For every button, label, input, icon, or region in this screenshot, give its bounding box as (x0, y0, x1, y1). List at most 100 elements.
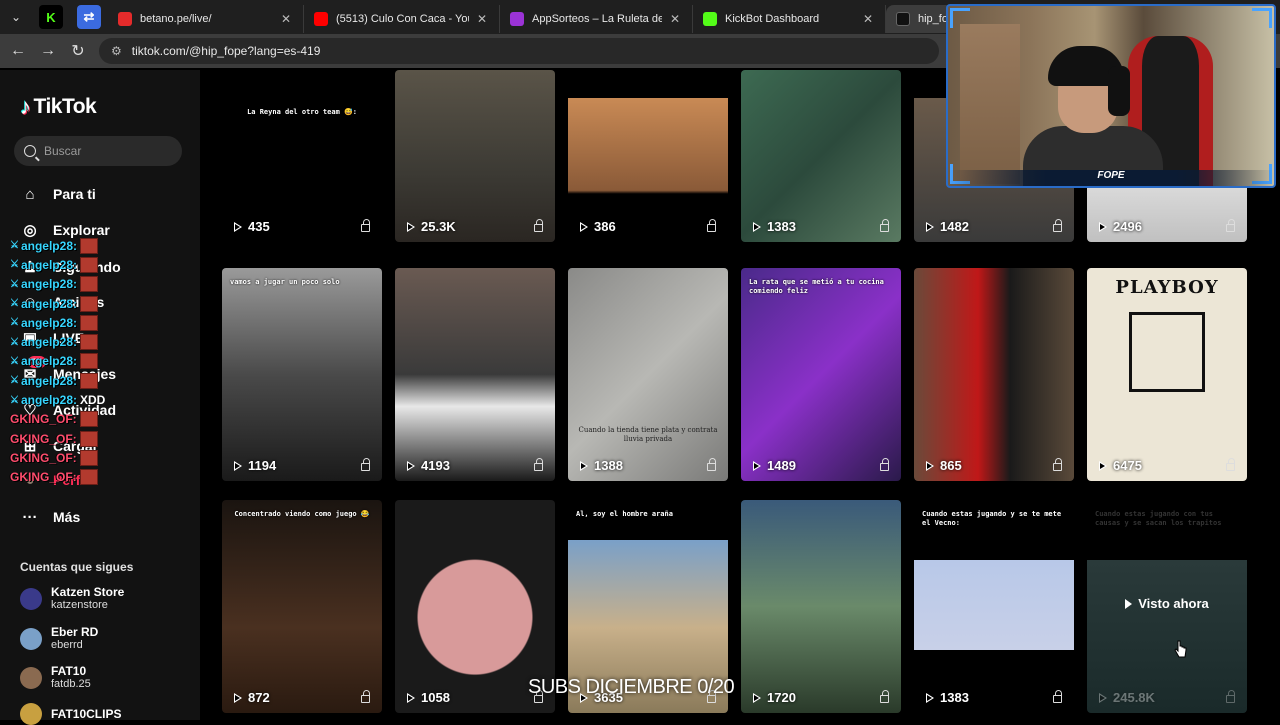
view-count: 245.8K (1099, 690, 1155, 705)
chat-emote-icon (79, 353, 98, 370)
view-count: 2496 (1099, 219, 1142, 234)
pinned-tab-streamlabs[interactable]: ⇄ (77, 5, 101, 29)
site-info-icon[interactable]: ⚙ (111, 44, 122, 58)
close-tab-icon[interactable]: ✕ (279, 12, 293, 26)
play-count-icon (753, 692, 761, 703)
frame-corner (950, 8, 970, 28)
video-card[interactable]: Concentrado viendo como juego 😂 872 (222, 500, 382, 713)
tab-search-menu-icon[interactable]: ⌄ (0, 0, 32, 34)
tab-title: betano.pe/live/ (140, 13, 212, 25)
webcam-overlay: FOPE (946, 4, 1276, 188)
chat-username: GKING_OF: (10, 412, 77, 427)
tab-youtube[interactable]: (5513) Culo Con Caca - YouTube ✕ (304, 5, 500, 33)
pinned-tab-kick[interactable]: K (39, 5, 63, 29)
chat-emote-icon (79, 430, 98, 447)
nav-more[interactable]: ··· Más (20, 507, 81, 527)
view-count-value: 1383 (767, 219, 796, 234)
search-icon (24, 145, 36, 157)
tab-appsorteos[interactable]: AppSorteos – La Ruleta de la Suerte ✕ (500, 5, 693, 33)
lock-icon (534, 219, 543, 232)
followed-account[interactable]: FAT10 fatdb.25 (20, 664, 91, 691)
chat-emote-icon (79, 372, 98, 389)
webcam-name-tag: FOPE (948, 170, 1274, 186)
chat-username: GKING_OF: (10, 431, 77, 446)
chat-line: ⚔ angelp28: (10, 352, 150, 371)
view-count: 386 (580, 219, 616, 234)
lock-icon (361, 219, 370, 232)
view-count: 1482 (926, 219, 969, 234)
chat-sword-icon: ⚔ (10, 375, 19, 387)
view-count: 1489 (753, 458, 796, 473)
tab-kickbot[interactable]: KickBot Dashboard ✕ (693, 5, 886, 33)
chat-line: ⚔ angelp28: (10, 313, 150, 332)
reload-button[interactable]: ↻ (63, 36, 93, 66)
play-count-icon (926, 460, 934, 471)
chat-sword-icon: ⚔ (10, 259, 19, 271)
forward-button[interactable]: → (33, 36, 63, 66)
stream-chat-overlay: ⚔ angelp28: ⚔ angelp28: ⚔ angelp28: ⚔ angelp28:… (10, 236, 150, 487)
video-card[interactable]: La rata que se metió a tu cocina comiend… (741, 268, 901, 481)
play-count-icon (234, 221, 242, 232)
close-tab-icon[interactable]: ✕ (861, 12, 875, 26)
back-button[interactable]: ← (3, 36, 33, 66)
video-caption: Cuando estas jugando y se te mete el Vec… (922, 510, 1062, 527)
following-section-title: Cuentas que sigues (20, 560, 134, 574)
view-count-value: 1388 (594, 458, 623, 473)
hand-cursor-icon (1174, 640, 1187, 658)
tab-betano[interactable]: betano.pe/live/ ✕ (108, 5, 304, 33)
chat-username: angelp28: (20, 393, 77, 408)
chat-emote-icon (79, 256, 98, 273)
subs-goal-overlay: SUBS DICIEMBRE 0/20 (528, 676, 735, 698)
play-count-icon (1099, 460, 1107, 471)
video-caption: Concentrado viendo como juego 😂 (234, 510, 370, 518)
chat-sword-icon: ⚔ (10, 298, 19, 310)
chat-emote-icon (79, 334, 98, 351)
tiktok-favicon-icon (896, 12, 910, 26)
video-caption: vamos a jugar un poco solo (230, 278, 340, 286)
home-icon: ⌂ (25, 185, 35, 203)
video-card[interactable]: 386 (568, 70, 728, 242)
chat-emote-icon (79, 411, 98, 428)
tiktok-logo[interactable]: ♪ TikTok (20, 94, 97, 120)
video-card[interactable]: 865 (914, 268, 1074, 481)
followed-account[interactable]: Katzen Store katzenstore (20, 585, 124, 612)
video-card[interactable]: 25.3K (395, 70, 555, 242)
search-placeholder: Buscar (44, 144, 82, 158)
close-tab-icon[interactable]: ✕ (668, 12, 682, 26)
play-count-icon (407, 221, 415, 232)
view-count-value: 865 (940, 458, 962, 473)
chat-message: XDD (79, 393, 106, 408)
video-card[interactable]: Cuando estas jugando con tus causas y se… (1087, 500, 1247, 713)
video-card[interactable]: 4193 (395, 268, 555, 481)
lock-icon (1226, 219, 1235, 232)
video-card[interactable]: Cuando estas jugando y se te mete el Vec… (914, 500, 1074, 713)
lock-icon (534, 458, 543, 471)
play-count-icon (753, 221, 761, 232)
video-caption: La Reyna del otro team 😅: (247, 108, 357, 116)
search-input[interactable]: Buscar (14, 136, 182, 166)
play-count-icon (1099, 221, 1107, 232)
view-count: 865 (926, 458, 962, 473)
play-count-icon (580, 221, 588, 232)
chat-line: ⚔ angelp28: (10, 294, 150, 313)
followed-account[interactable]: Eber RD eberrd (20, 625, 98, 652)
video-card[interactable]: Cuando la tienda tiene plata y contrata … (568, 268, 728, 481)
lock-icon (1053, 690, 1062, 703)
video-card[interactable]: La Reyna del otro team 😅: 435 (222, 70, 382, 242)
video-card[interactable]: 1383 (741, 70, 901, 242)
video-card[interactable]: 1720 (741, 500, 901, 713)
close-tab-icon[interactable]: ✕ (475, 12, 489, 26)
watched-text: Visto ahora (1138, 596, 1209, 611)
view-count-value: 6475 (1113, 458, 1142, 473)
followed-account[interactable]: FAT10CLIPS (20, 703, 121, 725)
video-card[interactable]: vamos a jugar un poco solo 1194 (222, 268, 382, 481)
watched-now-label: Visto ahora (1087, 596, 1247, 611)
avatar (20, 587, 42, 610)
account-name: Eber RD (51, 625, 99, 639)
nav-for-you[interactable]: ⌂ Para ti (20, 184, 95, 204)
view-count: 872 (234, 690, 270, 705)
tiktok-note-icon: ♪ (20, 94, 31, 119)
video-card[interactable]: PLAYBOY 6475 (1087, 268, 1247, 481)
chat-line: ⚔ angelp28: XDD (10, 390, 150, 409)
address-bar[interactable]: ⚙ tiktok.com/@hip_fope?lang=es-419 (99, 38, 939, 64)
